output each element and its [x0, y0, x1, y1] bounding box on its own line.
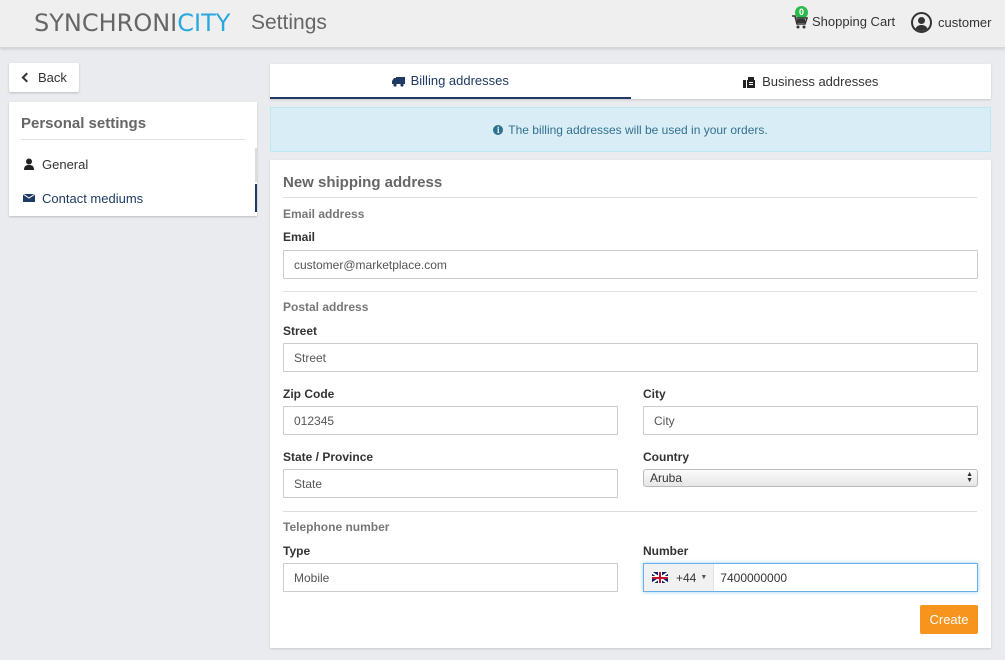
logo-text-part1: SYNCHRONI — [34, 9, 178, 37]
synchronicity-logo[interactable]: SYNCHRONICITY — [34, 9, 230, 37]
email-label: Email — [283, 230, 316, 244]
user-icon — [23, 158, 35, 170]
fax-icon — [743, 76, 756, 88]
tab-billing-addresses[interactable]: Billing addresses — [270, 64, 631, 99]
info-alert: i The billing addresses will be used in … — [270, 107, 991, 152]
street-field[interactable]: Street — [283, 343, 978, 372]
envelope-icon — [22, 192, 36, 204]
shopping-cart-label: Shopping Cart — [812, 14, 896, 29]
postal-section-heading: Postal address — [283, 300, 369, 314]
tab-label: Business addresses — [762, 74, 879, 89]
logo-text-part2: CITY — [177, 9, 231, 37]
sidebar-item-contact-mediums[interactable]: Contact mediums — [9, 184, 257, 212]
zip-code-label: Zip Code — [283, 387, 335, 401]
divider — [283, 197, 977, 198]
city-label: City — [643, 387, 666, 401]
street-placeholder: Street — [294, 350, 327, 365]
divider — [283, 511, 977, 512]
select-arrows-icon: ▲ ▼ — [966, 471, 973, 484]
chevron-left-icon — [21, 72, 32, 83]
type-label: Type — [283, 544, 311, 558]
user-menu[interactable]: customer — [911, 12, 991, 33]
tab-business-addresses[interactable]: Business addresses — [631, 64, 992, 99]
email-value: customer@marketplace.com — [294, 257, 447, 272]
info-circle-icon: i — [493, 124, 504, 135]
page-title: Settings — [251, 11, 327, 34]
truck-icon — [391, 75, 405, 87]
divider — [21, 139, 245, 140]
address-tabs: Billing addresses Business addresses — [270, 64, 991, 99]
phone-type-field[interactable]: Mobile — [283, 563, 618, 592]
user-name: customer — [938, 15, 992, 30]
phone-number-value: 7400000000 — [720, 570, 788, 585]
phone-number-field[interactable]: +44 ▼ 7400000000 — [643, 563, 978, 592]
city-placeholder: City — [654, 413, 675, 428]
back-button-label: Back — [38, 70, 67, 85]
shopping-cart-icon — [792, 14, 809, 29]
form-title: New shipping address — [283, 174, 443, 191]
sidebar-item-general[interactable]: General — [9, 150, 257, 178]
number-label: Number — [643, 544, 689, 558]
zip-code-value: 012345 — [294, 413, 335, 428]
sidebar-item-label: General — [42, 156, 89, 172]
phone-type-value: Mobile — [294, 570, 330, 585]
street-label: Street — [283, 324, 318, 338]
tab-label: Billing addresses — [410, 73, 509, 88]
country-code-dropdown[interactable]: +44 ▼ — [644, 564, 715, 591]
zip-code-field[interactable]: 012345 — [283, 406, 618, 435]
state-label: State / Province — [283, 450, 374, 464]
state-field[interactable]: State — [283, 469, 618, 498]
country-label: Country — [643, 450, 689, 464]
top-header: SYNCHRONICITY Settings 0 Shopping Cart c… — [0, 0, 1005, 48]
uk-flag-icon — [652, 572, 668, 583]
country-select[interactable]: Aruba ▲ ▼ — [643, 469, 978, 487]
sidebar-item-label: Contact mediums — [42, 190, 144, 206]
new-address-form: New shipping address Email address Email… — [270, 160, 991, 648]
city-field[interactable]: City — [643, 406, 978, 435]
shopping-cart-link[interactable]: Shopping Cart — [792, 14, 895, 29]
personal-settings-title: Personal settings — [21, 115, 147, 132]
email-section-heading: Email address — [283, 207, 365, 221]
sidebar-scrollbar[interactable] — [255, 148, 257, 182]
personal-settings-panel: Personal settings General Contact medium… — [9, 102, 257, 216]
telephone-section-heading: Telephone number — [283, 520, 390, 534]
user-circle-icon — [911, 12, 932, 33]
country-value: Aruba — [650, 471, 683, 485]
back-button[interactable]: Back — [9, 63, 79, 92]
email-field[interactable]: customer@marketplace.com — [283, 250, 978, 279]
state-placeholder: State — [294, 476, 323, 491]
create-button[interactable]: Create — [920, 605, 978, 634]
info-text: The billing addresses will be used in yo… — [508, 122, 768, 137]
dial-code: +44 — [676, 570, 697, 585]
caret-down-icon: ▼ — [700, 574, 708, 581]
divider — [283, 291, 977, 292]
